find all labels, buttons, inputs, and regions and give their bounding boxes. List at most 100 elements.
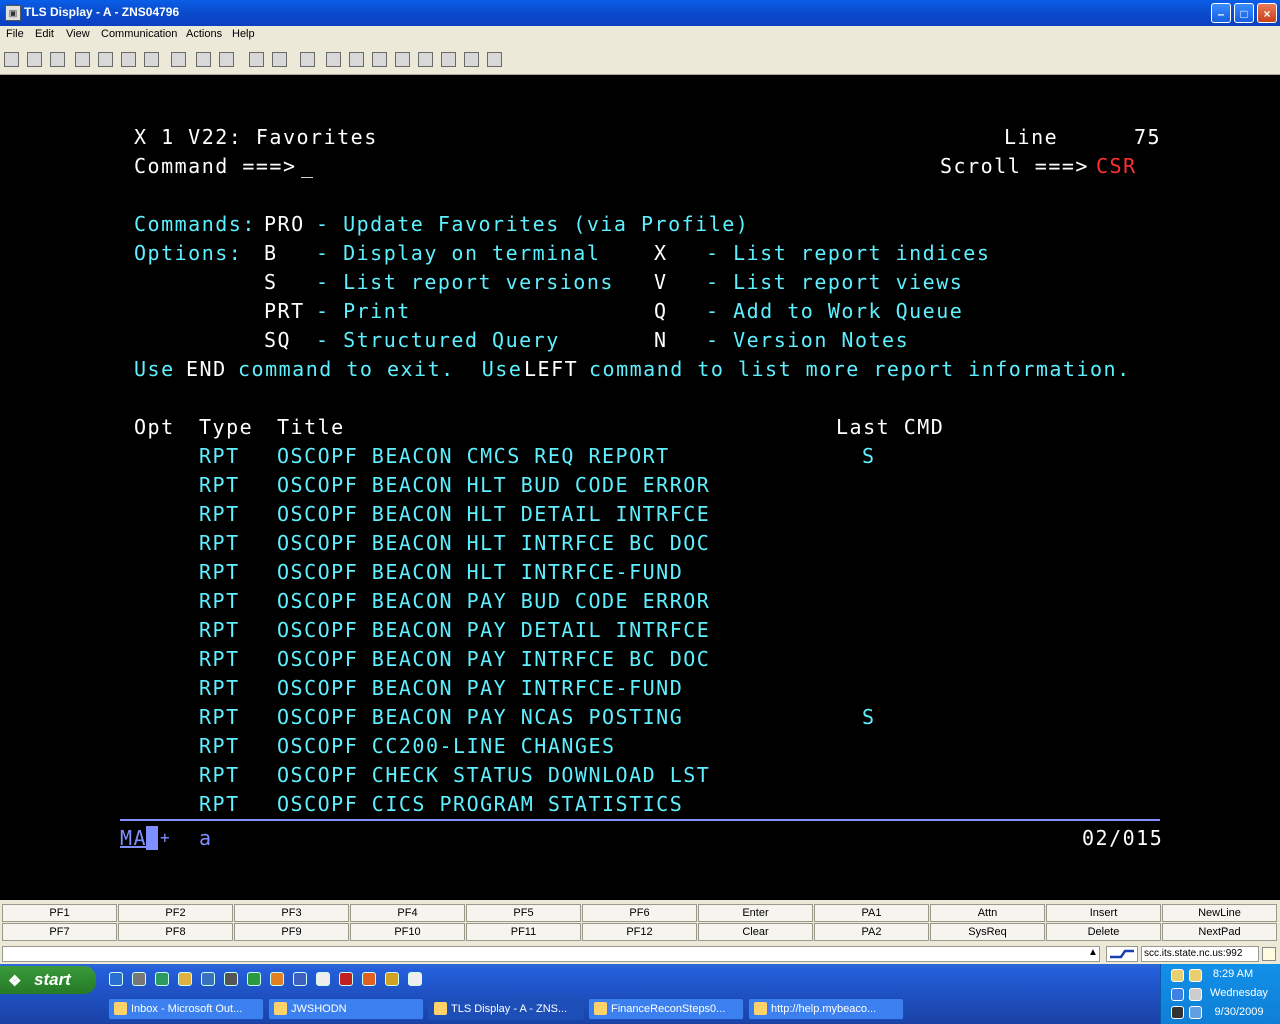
send-icon[interactable]: [75, 52, 90, 67]
key-clear-button[interactable]: Clear: [698, 923, 813, 941]
key-delete-button[interactable]: Delete: [1046, 923, 1161, 941]
help-icon[interactable]: [300, 52, 315, 67]
window-title-bar[interactable]: ▣ TLS Display - A - ZNS04796 – □ ×: [0, 0, 1280, 26]
row-type: RPT: [199, 444, 240, 468]
stop-icon[interactable]: [464, 52, 479, 67]
key-pf9-button[interactable]: PF9: [234, 923, 349, 941]
key-pf1-button[interactable]: PF1: [2, 904, 117, 922]
key-pf7-button[interactable]: PF7: [2, 923, 117, 941]
scroll-up-arrow-icon[interactable]: ▲: [1088, 947, 1098, 958]
open-icon[interactable]: [27, 52, 42, 67]
row-title[interactable]: OSCOPF BEACON PAY INTRFCE-FUND: [277, 676, 683, 700]
row-title[interactable]: OSCOPF CICS PROGRAM STATISTICS: [277, 792, 683, 816]
key-pf10-button[interactable]: PF10: [350, 923, 465, 941]
word-quicklaunch-icon[interactable]: [201, 972, 215, 986]
receive-icon[interactable]: [98, 52, 113, 67]
settings-icon[interactable]: [441, 52, 456, 67]
row-title[interactable]: OSCOPF BEACON HLT DETAIL INTRFCE: [277, 502, 710, 526]
close-button[interactable]: ×: [1257, 3, 1277, 23]
terminal-screen[interactable]: X 1 V22: Favorites Line 75 Command ===> …: [0, 75, 1280, 900]
menu-file[interactable]: File: [6, 28, 24, 40]
row-title[interactable]: OSCOPF CC200-LINE CHANGES: [277, 734, 616, 758]
key-pf12-button[interactable]: PF12: [582, 923, 697, 941]
row-title[interactable]: OSCOPF BEACON HLT INTRFCE BC DOC: [277, 531, 710, 555]
key-pa2-button[interactable]: PA2: [814, 923, 929, 941]
acrobat-quicklaunch-icon[interactable]: [339, 972, 353, 986]
grid-icon[interactable]: [219, 52, 234, 67]
taskbar-item-jwshodn[interactable]: JWSHODN: [268, 998, 424, 1020]
row-title[interactable]: OSCOPF BEACON CMCS REQ REPORT: [277, 444, 670, 468]
row-title[interactable]: OSCOPF BEACON PAY DETAIL INTRFCE: [277, 618, 710, 642]
desktop-quicklaunch-icon[interactable]: [132, 972, 146, 986]
row-title[interactable]: OSCOPF BEACON PAY BUD CODE ERROR: [277, 589, 710, 613]
row-title[interactable]: OSCOPF BEACON HLT INTRFCE-FUND: [277, 560, 683, 584]
column-header-type: Type: [199, 415, 254, 439]
firefox-quicklaunch-icon[interactable]: [362, 972, 376, 986]
key-pa1-button[interactable]: PA1: [814, 904, 929, 922]
outlook-quicklaunch-icon[interactable]: [270, 972, 284, 986]
tools-quicklaunch-icon[interactable]: [224, 972, 238, 986]
row-title[interactable]: OSCOPF BEACON HLT BUD CODE ERROR: [277, 473, 710, 497]
macro-icon[interactable]: [272, 52, 287, 67]
menu-help[interactable]: Help: [232, 28, 255, 40]
menu-communication[interactable]: Communication: [101, 28, 177, 40]
maximize-button[interactable]: □: [1234, 3, 1254, 23]
calendar-quicklaunch-icon[interactable]: [293, 972, 307, 986]
transfer-icon[interactable]: [249, 52, 264, 67]
key-pf2-button[interactable]: PF2: [118, 904, 233, 922]
key-insert-button[interactable]: Insert: [1046, 904, 1161, 922]
scroll-input[interactable]: CSR: [1096, 154, 1137, 178]
copy-icon[interactable]: [121, 52, 136, 67]
key-newline-button[interactable]: NewLine: [1162, 904, 1277, 922]
row-title[interactable]: OSCOPF CHECK STATUS DOWNLOAD LST: [277, 763, 710, 787]
cursor-block: [146, 826, 158, 850]
browser-quicklaunch-icon[interactable]: [155, 972, 169, 986]
paste-icon[interactable]: [144, 52, 159, 67]
show-more-quicklaunch-icon[interactable]: [408, 972, 422, 986]
option-code: B: [264, 241, 278, 265]
row-title[interactable]: OSCOPF BEACON PAY NCAS POSTING: [277, 705, 683, 729]
start-button[interactable]: ❖ start: [0, 966, 96, 994]
line-label: Line: [1004, 125, 1059, 149]
menu-actions[interactable]: Actions: [186, 28, 222, 40]
command-label: Command ===>: [134, 154, 297, 178]
upload-icon[interactable]: [418, 52, 433, 67]
key-pf4-button[interactable]: PF4: [350, 904, 465, 922]
taskbar-item-outlook[interactable]: Inbox - Microsoft Out...: [108, 998, 264, 1020]
key-sysreq-button[interactable]: SysReq: [930, 923, 1045, 941]
command-input[interactable]: _: [301, 154, 315, 178]
folder-quicklaunch-icon[interactable]: [178, 972, 192, 986]
clock-time[interactable]: 8:29 AM: [1173, 968, 1280, 980]
row-type: RPT: [199, 676, 240, 700]
ie-quicklaunch-icon[interactable]: [109, 972, 123, 986]
display-icon[interactable]: [372, 52, 387, 67]
keyboard-icon[interactable]: [349, 52, 364, 67]
taskbar-item-finance-recon[interactable]: FinanceReconSteps0...: [588, 998, 744, 1020]
grid-quicklaunch-icon[interactable]: [316, 972, 330, 986]
taskbar-item-browser[interactable]: http://help.mybeaco...: [748, 998, 904, 1020]
disconnect-icon[interactable]: [50, 52, 65, 67]
excel-quicklaunch-icon[interactable]: [247, 972, 261, 986]
print-icon[interactable]: [171, 52, 186, 67]
media-quicklaunch-icon[interactable]: [385, 972, 399, 986]
key-nextpad-button[interactable]: NextPad: [1162, 923, 1277, 941]
app-icon[interactable]: ▣: [5, 5, 21, 21]
key-pf8-button[interactable]: PF8: [118, 923, 233, 941]
taskbar-item-tls-display[interactable]: TLS Display - A - ZNS...: [428, 998, 584, 1020]
key-enter-button[interactable]: Enter: [698, 904, 813, 922]
key-attn-button[interactable]: Attn: [930, 904, 1045, 922]
new-session-icon[interactable]: [4, 52, 19, 67]
download-icon[interactable]: [395, 52, 410, 67]
row-title[interactable]: OSCOPF BEACON PAY INTRFCE BC DOC: [277, 647, 710, 671]
notes-icon[interactable]: [487, 52, 502, 67]
key-pf11-button[interactable]: PF11: [466, 923, 581, 941]
key-pf6-button[interactable]: PF6: [582, 904, 697, 922]
menu-view[interactable]: View: [66, 28, 90, 40]
menu-edit[interactable]: Edit: [35, 28, 54, 40]
key-pf5-button[interactable]: PF5: [466, 904, 581, 922]
tools-icon[interactable]: [196, 52, 211, 67]
help-use: Use: [134, 357, 175, 381]
minimize-button[interactable]: –: [1211, 3, 1231, 23]
key-pf3-button[interactable]: PF3: [234, 904, 349, 922]
screen-icon[interactable]: [326, 52, 341, 67]
